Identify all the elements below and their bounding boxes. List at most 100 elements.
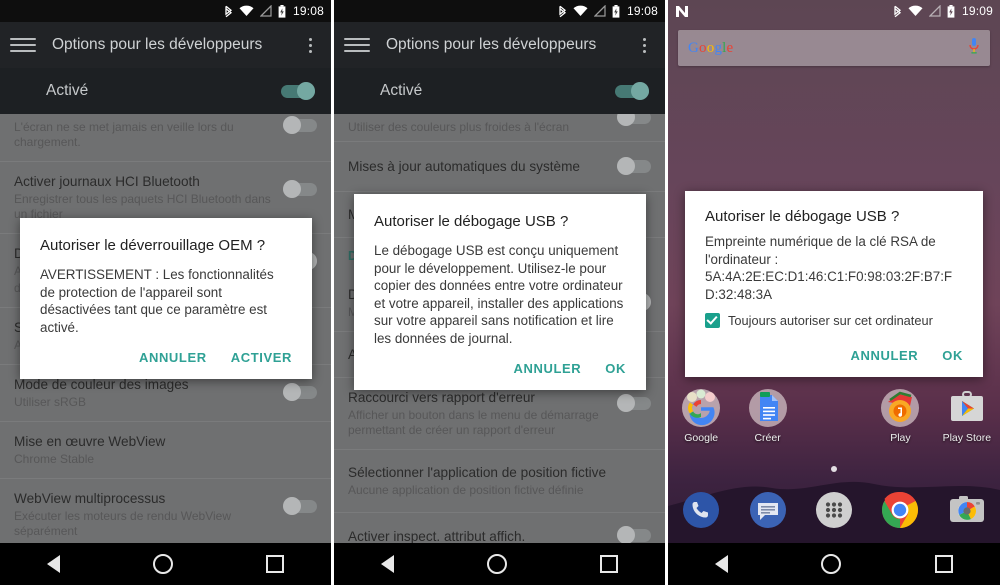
app-play-store[interactable]: Play Store [934, 388, 1000, 444]
navigation-bar-2 [334, 543, 665, 585]
home-icon[interactable] [486, 554, 507, 574]
list-item-title: WebView multiprocessus [14, 491, 166, 506]
developer-options-master-row[interactable]: Activé [334, 68, 665, 114]
status-time: 19:08 [292, 4, 324, 18]
cancel-button[interactable]: Annuler [139, 350, 207, 365]
wifi-icon [573, 5, 588, 17]
list-item[interactable]: Utiliser des couleurs plus froides à l'é… [334, 114, 665, 142]
confirm-button[interactable]: Activer [231, 350, 292, 365]
dock-camera[interactable] [934, 490, 1000, 530]
master-switch-toggle[interactable] [615, 82, 649, 100]
app-label: Play [890, 432, 911, 444]
status-bar-3: 19:09 [668, 0, 1000, 22]
list-item-toggle[interactable] [283, 116, 317, 134]
rsa-fingerprint: 5A:4A:2E:EC:D1:46:C1:F0:98:03:2F:B7:FD:3… [705, 269, 953, 302]
always-allow-checkbox[interactable] [705, 313, 720, 328]
usb-debug-rsa-dialog: Autoriser le débogage USB ? Empreinte nu… [685, 191, 983, 377]
list-item-subtitle: Chrome Stable [14, 452, 95, 466]
list-item-title: Mises à jour automatiques du système [348, 159, 580, 174]
google-search-bar[interactable]: Google [678, 30, 990, 66]
master-switch-toggle[interactable] [281, 82, 315, 100]
list-item-toggle[interactable] [617, 394, 651, 412]
home-screen: 19:09 Google Google Créer Play Play Stor… [668, 0, 1000, 585]
list-item-toggle[interactable] [283, 383, 317, 401]
page-indicator-dot [831, 466, 837, 472]
dialog-title: Autoriser le déverrouillage OEM ? [40, 237, 266, 254]
list-item[interactable]: Sélectionner l'application de position f… [334, 450, 665, 513]
app-google[interactable]: Google [668, 388, 734, 444]
nougat-n-icon [675, 0, 689, 22]
list-item[interactable]: Mise en œuvre WebView Chrome Stable [0, 422, 331, 479]
navigation-bar-3 [668, 543, 1000, 585]
status-time: 19:09 [961, 4, 993, 18]
battery-icon [612, 4, 620, 18]
phone-panel-3: 19:09 Google Google Créer Play Play Stor… [668, 0, 1000, 585]
back-icon[interactable] [380, 555, 394, 573]
list-item[interactable]: Mises à jour automatiques du système [334, 142, 665, 192]
cancel-button[interactable]: Annuler [514, 361, 582, 376]
dialog-body: Empreinte numérique de la clé RSA de l'o… [705, 234, 936, 267]
list-item-toggle[interactable] [283, 497, 317, 515]
app-creer[interactable]: Créer [734, 388, 800, 444]
screenshot-stage: 19:08 Options pour les développeurs Acti… [0, 0, 1000, 585]
always-allow-label: Toujours autoriser sur cet ordinateur [728, 313, 933, 328]
confirm-button[interactable]: OK [605, 361, 626, 376]
home-icon[interactable] [821, 554, 842, 574]
list-item-title: Raccourci vers rapport d'erreur [348, 390, 535, 405]
recents-icon[interactable] [935, 555, 954, 573]
bluetooth-icon [894, 5, 902, 17]
list-item-subtitle: Utiliser des couleurs plus froides à l'é… [348, 120, 570, 134]
developer-options-master-row[interactable]: Activé [0, 68, 331, 114]
play-music-icon [881, 389, 920, 427]
kebab-icon[interactable] [299, 33, 321, 57]
recents-icon[interactable] [600, 555, 619, 573]
home-icon[interactable] [152, 554, 173, 574]
kebab-icon[interactable] [633, 33, 655, 57]
dialog-body: AVERTISSEMENT : Les fonctionnalités de p… [40, 267, 274, 335]
list-item-subtitle: Exécuter les moteurs de rendu WebView sé… [14, 509, 232, 538]
home-dock [668, 490, 1000, 530]
dock-phone[interactable] [668, 490, 734, 530]
app-empty-slot [801, 388, 867, 444]
microphone-icon[interactable] [968, 37, 980, 59]
page-title: Options pour les développeurs [52, 36, 263, 53]
list-item[interactable]: WebView multiprocessus Exécuter les mote… [0, 479, 331, 551]
always-allow-row[interactable]: Toujours autoriser sur cet ordinateur [685, 303, 983, 328]
list-item-toggle[interactable] [283, 180, 317, 198]
app-play[interactable]: Play [867, 388, 933, 444]
list-item-toggle[interactable] [617, 157, 651, 175]
confirm-button[interactable]: OK [942, 348, 963, 363]
oem-unlock-dialog: Autoriser le déverrouillage OEM ? AVERTI… [20, 218, 312, 379]
dock-app-drawer[interactable] [801, 490, 867, 530]
back-icon[interactable] [714, 555, 728, 573]
battery-icon [947, 4, 955, 18]
cancel-button[interactable]: Annuler [851, 348, 919, 363]
google-docs-icon [748, 389, 787, 427]
navigation-bar-1 [0, 543, 331, 585]
status-icons-1 [224, 4, 286, 18]
status-bar-2: 19:08 [334, 0, 665, 22]
list-item-title: Activer journaux HCI Bluetooth [14, 174, 200, 189]
signal-off-icon [259, 5, 272, 17]
hamburger-icon[interactable] [10, 32, 36, 58]
phone-panel-1: 19:08 Options pour les développeurs Acti… [0, 0, 331, 585]
phone-panel-2: 19:08 Options pour les développeurs Acti… [334, 0, 665, 585]
recents-icon[interactable] [266, 555, 285, 573]
wifi-icon [908, 5, 923, 17]
list-item-toggle[interactable] [617, 526, 651, 544]
list-item-subtitle: L'écran ne se met jamais en veille lors … [14, 120, 234, 149]
settings-toolbar-1: Options pour les développeurs [0, 22, 331, 68]
dock-chrome[interactable] [867, 490, 933, 530]
hamburger-icon[interactable] [344, 32, 370, 58]
camera-icon [949, 496, 984, 522]
back-icon[interactable] [46, 555, 60, 573]
dock-messages[interactable] [734, 490, 800, 530]
status-icons-2 [558, 4, 620, 18]
list-item-subtitle: Afficher un bouton dans le menu de démar… [348, 408, 599, 437]
list-item-toggle[interactable] [617, 114, 651, 126]
list-item[interactable]: L'écran ne se met jamais en veille lors … [0, 114, 331, 162]
master-switch-label: Activé [380, 82, 423, 99]
dialog-actions: Annuler OK [354, 347, 646, 390]
app-label: Créer [754, 432, 781, 444]
signal-off-icon [928, 5, 941, 17]
